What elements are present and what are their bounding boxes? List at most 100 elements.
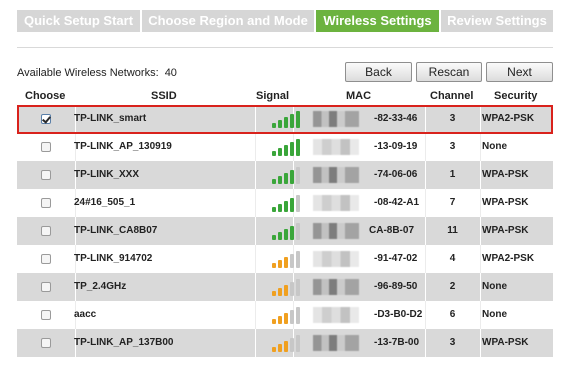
column-separator bbox=[255, 105, 256, 133]
signal-bar bbox=[296, 111, 300, 128]
choose-checkbox[interactable] bbox=[41, 114, 51, 124]
signal-bar bbox=[290, 254, 294, 268]
table-header: Choose SSID Signal MAC Channel Security bbox=[17, 88, 553, 105]
security-cell: WPA2-PSK bbox=[482, 113, 535, 124]
signal-bar bbox=[284, 229, 288, 240]
tab-quick-setup-start[interactable]: Quick Setup Start bbox=[17, 10, 140, 32]
signal-bar bbox=[278, 344, 282, 352]
choose-checkbox[interactable] bbox=[41, 226, 51, 236]
channel-cell: 7 bbox=[449, 197, 456, 208]
signal-bar bbox=[272, 319, 276, 324]
signal-bar bbox=[272, 123, 276, 128]
choose-checkbox[interactable] bbox=[41, 282, 51, 292]
mac-cell: -13-7B-00 bbox=[374, 337, 420, 348]
signal-bar bbox=[296, 195, 300, 212]
column-separator bbox=[255, 301, 256, 329]
signal-bar bbox=[284, 173, 288, 184]
ssid-cell: TP-LINK_XXX bbox=[74, 169, 140, 180]
header-choose: Choose bbox=[25, 90, 66, 102]
table-row[interactable]: TP-LINK_914702 -91-47-02 4 WPA2-PSK bbox=[17, 245, 553, 273]
signal-bar bbox=[296, 335, 300, 352]
signal-bar bbox=[290, 226, 294, 240]
signal-bar bbox=[296, 279, 300, 296]
signal-bar bbox=[290, 198, 294, 212]
security-cell: WPA-PSK bbox=[482, 225, 529, 236]
table-row[interactable]: TP-LINK_AP_130919 -13-09-19 3 None bbox=[17, 133, 553, 161]
channel-cell: 3 bbox=[449, 337, 456, 348]
signal-bar bbox=[290, 170, 294, 184]
mac-cell: CA-8B-07 bbox=[369, 225, 415, 236]
rescan-button[interactable]: Rescan bbox=[416, 62, 482, 82]
networks-count-value: 40 bbox=[164, 67, 177, 79]
signal-bar bbox=[278, 232, 282, 240]
signal-bar bbox=[272, 347, 276, 352]
channel-cell: 4 bbox=[449, 253, 456, 264]
choose-checkbox[interactable] bbox=[41, 338, 51, 348]
mac-redaction bbox=[313, 223, 359, 239]
signal-bar bbox=[296, 167, 300, 184]
signal-strength-icon bbox=[272, 222, 306, 240]
channel-cell: 6 bbox=[449, 309, 456, 320]
ssid-cell: TP-LINK_smart bbox=[74, 113, 147, 124]
choose-checkbox[interactable] bbox=[41, 142, 51, 152]
security-cell: None bbox=[482, 309, 507, 320]
column-separator bbox=[480, 105, 481, 133]
choose-checkbox[interactable] bbox=[41, 254, 51, 264]
tab-wireless-settings[interactable]: Wireless Settings bbox=[316, 10, 439, 32]
table-row[interactable]: TP_2.4GHz -96-89-50 2 None bbox=[17, 273, 553, 301]
signal-bar bbox=[296, 251, 300, 268]
signal-strength-icon bbox=[272, 110, 306, 128]
mac-redaction bbox=[313, 307, 359, 323]
mac-cell: -91-47-02 bbox=[374, 253, 418, 264]
table-row[interactable]: TP-LINK_XXX -74-06-06 1 WPA-PSK bbox=[17, 161, 553, 189]
signal-bar bbox=[290, 338, 294, 352]
column-separator bbox=[255, 245, 256, 273]
mac-cell: -82-33-46 bbox=[374, 113, 418, 124]
security-cell: WPA-PSK bbox=[482, 197, 529, 208]
mac-redaction bbox=[313, 111, 359, 127]
channel-cell: 1 bbox=[449, 169, 456, 180]
mac-cell: -D3-B0-D2 bbox=[374, 309, 423, 320]
signal-bar bbox=[272, 179, 276, 184]
column-separator bbox=[480, 329, 481, 357]
networks-table: Choose SSID Signal MAC Channel Security … bbox=[17, 88, 553, 357]
choose-checkbox[interactable] bbox=[41, 198, 51, 208]
table-body: TP-LINK_smart -82-33-46 3 WPA2-PSK TP-LINK_A… bbox=[17, 105, 553, 357]
tab-choose-region-and-mode[interactable]: Choose Region and Mode bbox=[142, 10, 314, 32]
column-separator bbox=[255, 217, 256, 245]
ssid-cell: TP_2.4GHz bbox=[74, 281, 127, 292]
security-cell: None bbox=[482, 141, 507, 152]
signal-bar bbox=[284, 341, 288, 352]
table-row[interactable]: TP-LINK_AP_137B00 -13-7B-00 3 WPA-PSK bbox=[17, 329, 553, 357]
ssid-cell: TP-LINK_CA8B07 bbox=[74, 225, 158, 236]
back-button[interactable]: Back bbox=[345, 62, 412, 82]
column-separator bbox=[480, 189, 481, 217]
signal-bar bbox=[290, 114, 294, 128]
choose-checkbox[interactable] bbox=[41, 170, 51, 180]
mac-redaction bbox=[313, 251, 359, 267]
choose-checkbox[interactable] bbox=[41, 310, 51, 320]
signal-bar bbox=[272, 207, 276, 212]
signal-bar bbox=[296, 307, 300, 324]
signal-bar bbox=[278, 316, 282, 324]
ssid-cell: aacc bbox=[74, 309, 97, 320]
mac-cell: -96-89-50 bbox=[374, 281, 418, 292]
signal-strength-icon bbox=[272, 334, 306, 352]
signal-bar bbox=[272, 263, 276, 268]
table-row[interactable]: 24#16_505_1 -08-42-A1 7 WPA-PSK bbox=[17, 189, 553, 217]
mac-redaction bbox=[313, 335, 359, 351]
mac-cell: -08-42-A1 bbox=[374, 197, 420, 208]
table-row[interactable]: TP-LINK_CA8B07 CA-8B-07 11 WPA-PSK bbox=[17, 217, 553, 245]
table-row[interactable]: aacc -D3-B0-D2 6 None bbox=[17, 301, 553, 329]
networks-count: Available Wireless Networks: 40 bbox=[17, 67, 177, 79]
signal-bar bbox=[284, 145, 288, 156]
column-separator bbox=[480, 133, 481, 161]
signal-strength-icon bbox=[272, 278, 306, 296]
table-row[interactable]: TP-LINK_smart -82-33-46 3 WPA2-PSK bbox=[17, 105, 553, 133]
next-button[interactable]: Next bbox=[486, 62, 553, 82]
tab-review-settings[interactable]: Review Settings bbox=[441, 10, 553, 32]
column-separator bbox=[255, 329, 256, 357]
security-cell: WPA2-PSK bbox=[482, 253, 535, 264]
signal-strength-icon bbox=[272, 250, 306, 268]
column-separator bbox=[480, 301, 481, 329]
